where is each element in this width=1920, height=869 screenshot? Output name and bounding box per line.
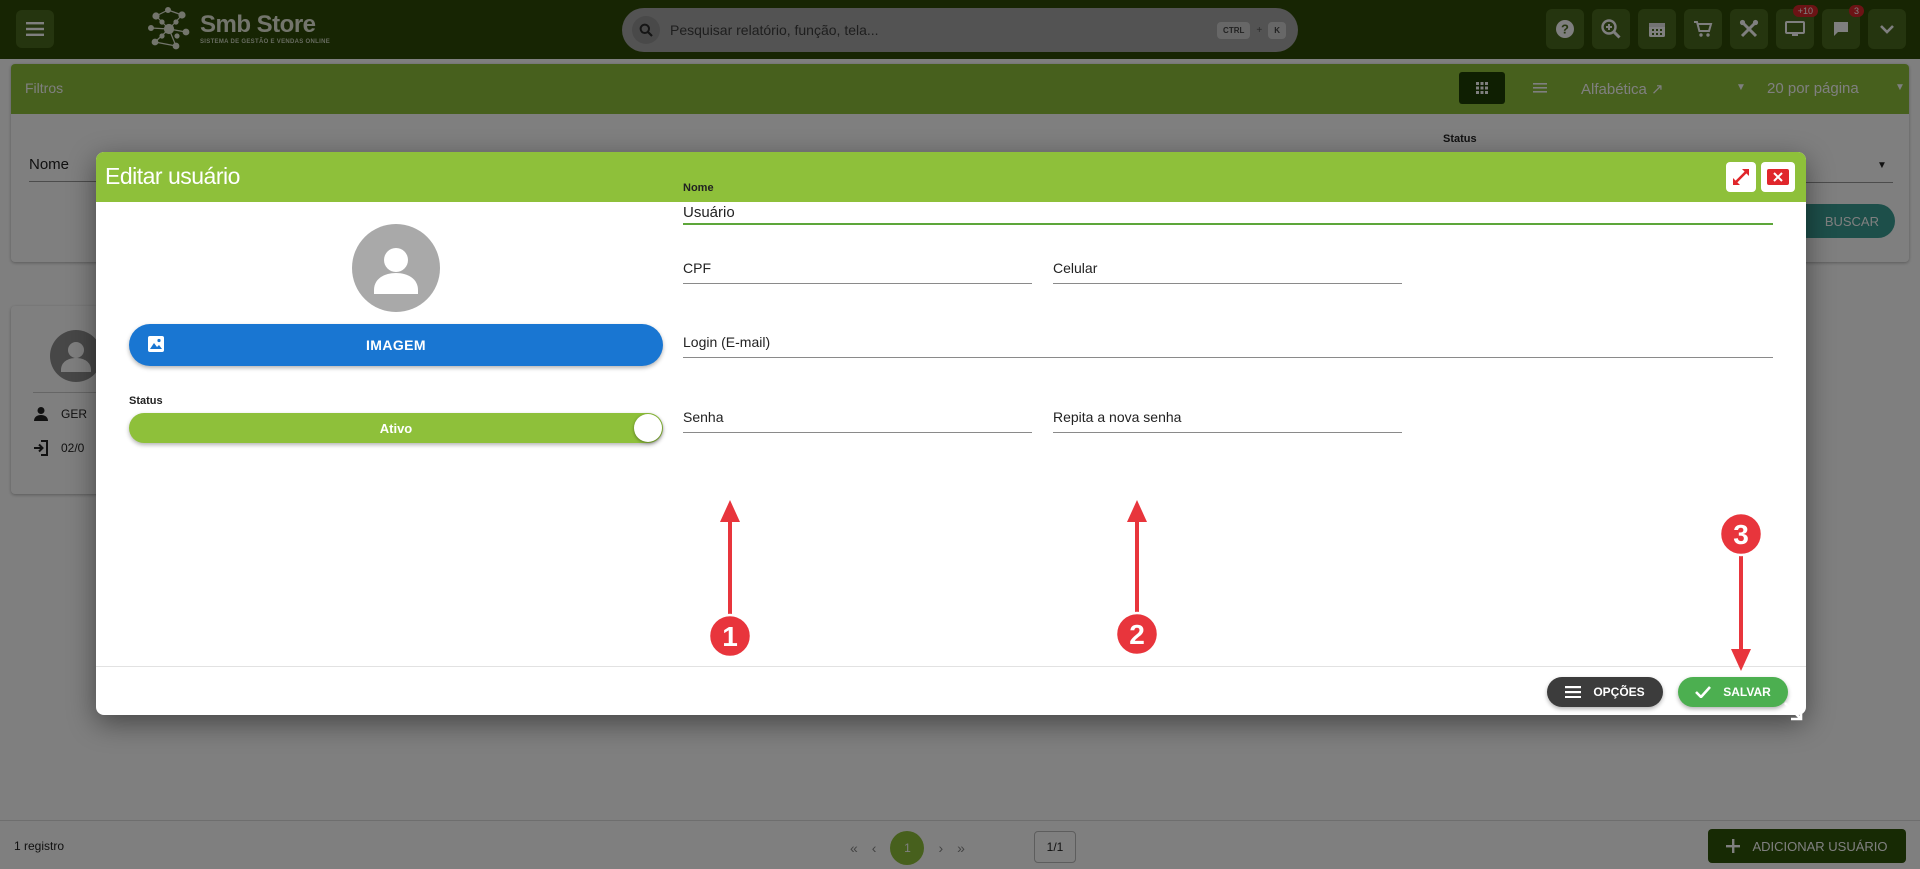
annotation-arrow-3: 3 [1718, 511, 1764, 671]
annotation-arrow-1: 1 [707, 500, 753, 659]
annotation-label-2: 2 [1129, 619, 1145, 650]
annotation-layer: 1 2 3 [707, 500, 1764, 671]
annotation-arrow-2: 2 [1114, 500, 1160, 657]
annotation-label-1: 1 [722, 621, 738, 652]
annotation-label-3: 3 [1733, 519, 1749, 550]
